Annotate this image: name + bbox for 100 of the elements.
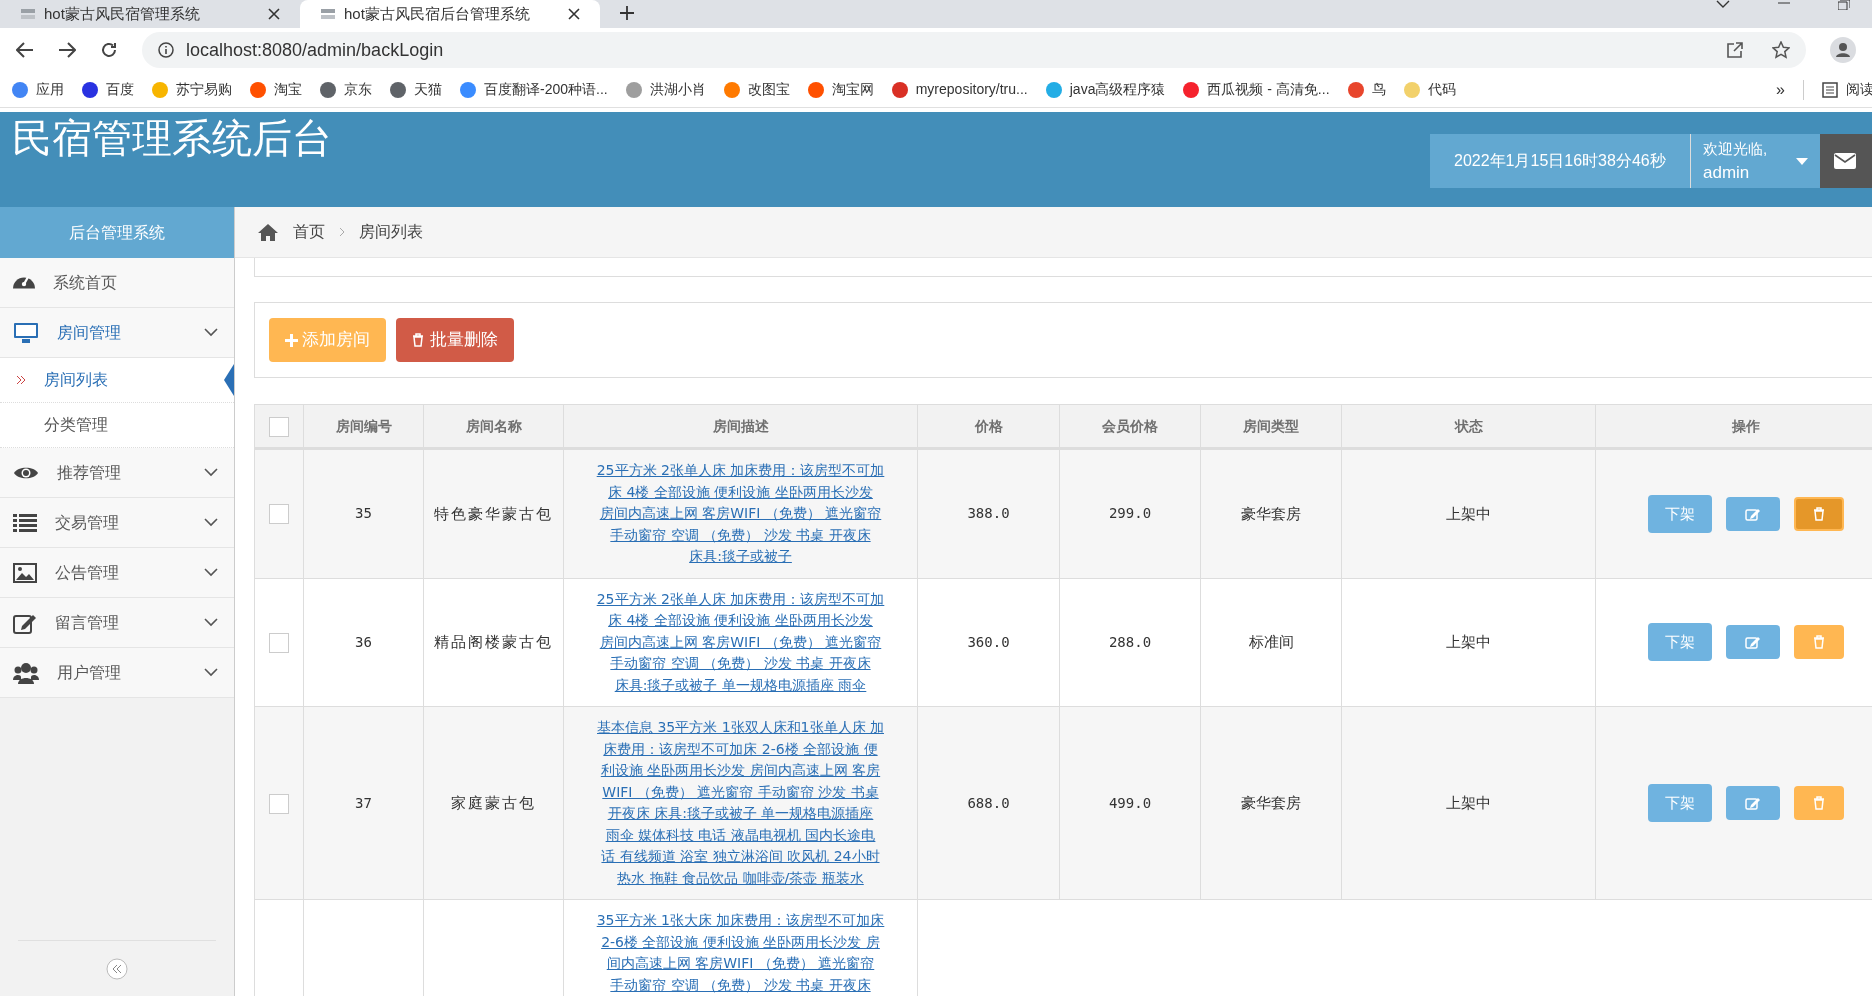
bookmark[interactable]: 百度翻译-200种语... [460,79,608,100]
mail-icon [1834,153,1856,169]
row-checkbox[interactable] [269,793,289,814]
bookmark[interactable]: myrepository/tru... [891,79,1028,100]
share-icon[interactable] [1726,41,1744,59]
address-field[interactable]: localhost:8080/admin/backLogin [142,32,1806,68]
chevron-icon [204,618,218,627]
chevron-right-icon [339,227,345,237]
bookmark[interactable]: 改图宝 [723,79,790,100]
collapse-icon[interactable] [106,957,128,980]
select-all-checkbox[interactable] [269,416,289,437]
table-cell: 688.0 [967,794,1010,811]
table-cell: 标准间 [1248,633,1294,650]
table-cell: 288.0 [1108,633,1152,650]
app-title: 民宿管理系统后台 [11,115,332,162]
profile-icon[interactable] [1830,37,1856,63]
image-icon [13,562,37,583]
bookmark[interactable]: 西瓜视频 - 高清免... [1183,79,1330,100]
batch-delete-button[interactable]: 批量删除 [396,318,514,362]
url-text: localhost:8080/admin/backLogin [186,38,445,62]
bookmark[interactable]: 鸟 [1347,79,1386,100]
breadcrumb-link[interactable]: 房间列表 [359,220,423,244]
column-header: 会员价格 [1059,404,1201,449]
sidebar-item[interactable]: 推荐管理 [0,448,234,498]
edit-icon [1744,506,1761,521]
column-header: 价格 [917,404,1060,449]
row-checkbox[interactable] [269,504,289,525]
chevron-icon [204,468,218,477]
breadcrumb-link[interactable]: 首页 [293,220,325,244]
bookmark[interactable]: 淘宝网 [807,79,874,100]
date-time: 2022年1月15日16时38分46秒 [1430,134,1690,188]
table-cell: 388.0 [967,505,1010,522]
list-icon [13,512,37,533]
reload-icon[interactable] [100,41,118,59]
table-cell: 上架中 [1446,633,1491,650]
bookmark[interactable]: 百度 [82,79,134,100]
submenu-item[interactable]: 房间列表 [0,358,234,403]
home-icon [257,223,279,241]
back-icon[interactable] [16,42,34,58]
bookmark[interactable]: 天猫 [390,79,442,100]
table-cell: 精品阁楼蒙古包 [434,633,553,650]
users-icon [13,661,39,684]
row-checkbox[interactable] [269,632,289,653]
welcome-text: 欢迎光临, [1703,139,1769,159]
tab-title: hot蒙古风民宿管理系统 [44,3,201,24]
dashboard-icon [13,276,35,289]
forward-icon[interactable] [58,42,76,58]
table-cell: 上架中 [1446,793,1491,811]
restore-icon[interactable] [1838,0,1850,10]
caret-icon [1796,157,1808,165]
chevron-icon [204,518,218,527]
table-cell: 360.0 [967,633,1010,650]
submenu-item[interactable]: 分类管理 [0,403,234,448]
new-tab-icon[interactable] [620,6,634,20]
trash-icon [1812,796,1825,810]
table-cell: 499.0 [1108,794,1152,811]
bookmark[interactable]: 代码 [1403,79,1456,100]
sidebar-item[interactable]: 系统首页 [0,258,234,308]
bookmark[interactable]: 洪湖小肖 [625,79,706,100]
sidebar-item[interactable]: 留言管理 [0,598,234,648]
table-cell: 豪华套房 [1241,504,1301,522]
sidebar-item[interactable]: 房间管理 [0,308,234,358]
bookmark[interactable]: 苏宁易购 [152,79,232,100]
favicon-icon [20,8,36,20]
bookmark[interactable]: 京东 [320,79,372,100]
sidebar-item[interactable]: 用户管理 [0,648,234,698]
browser-tab[interactable]: hot蒙古风民宿后台管理系统 [300,0,600,28]
username: admin [1703,162,1751,184]
bookmark[interactable]: java高级程序猿 [1045,79,1166,100]
plus-icon [285,333,298,347]
info-icon [158,42,174,58]
chevron-icon[interactable] [1716,0,1730,8]
tab-title: hot蒙古风民宿后台管理系统 [344,3,531,24]
trash-icon [412,333,424,347]
bookmark[interactable]: 淘宝 [250,79,302,100]
edit-icon [1744,796,1761,810]
column-header: 房间编号 [303,404,424,449]
sidebar-item[interactable]: 公告管理 [0,548,234,598]
chevron-icon [204,668,218,677]
column-header: 状态 [1341,404,1596,449]
close-icon[interactable] [268,8,280,20]
table-cell: 上架中 [1446,504,1491,522]
edit-icon [1744,635,1761,650]
chevron-icon [204,568,218,577]
table-cell: 36 [355,633,372,650]
trash-icon [1812,635,1825,650]
mail-button[interactable] [1820,134,1872,188]
column-header: 房间名称 [423,404,564,449]
sidebar-title: 后台管理系统 [0,207,234,258]
table-cell: 特色豪华蒙古包 [434,504,553,522]
sidebar-item[interactable]: 交易管理 [0,498,234,548]
monitor-icon [13,321,39,344]
bookmark[interactable]: 应用 [12,79,64,100]
list-icon [1822,81,1838,98]
table-cell: 豪华套房 [1241,793,1301,811]
more-bookmarks[interactable]: » [1776,77,1785,102]
close-icon[interactable] [568,8,580,20]
table-cell: 37 [355,794,372,811]
star-icon[interactable] [1772,41,1790,59]
active-marker-icon [224,364,234,396]
